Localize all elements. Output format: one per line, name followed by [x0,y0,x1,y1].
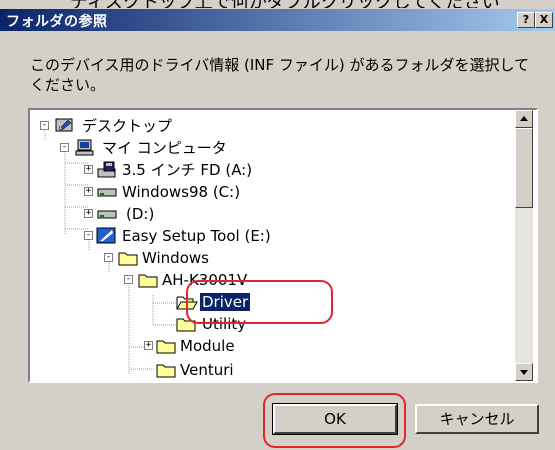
folder-icon [138,274,158,288]
hard-drive-icon [97,210,117,219]
tree-node-label: Easy Setup Tool (E:) [122,227,271,245]
tree-node-label: 3.5 インチ FD (A:) [122,161,253,179]
expand-toggle[interactable]: + [84,209,93,218]
close-button[interactable]: X [535,12,553,28]
tree-node-label: Windows [142,249,209,267]
tree-node-label: (D:) [126,205,155,223]
top-caption-fragment: ディスクトップ上で何かダブルクリックしてください [0,0,555,8]
instruction-text: このデバイス用のドライバ情報 (INF ファイル) があるフォルダを選択してくだ… [30,56,530,94]
collapse-toggle[interactable]: - [60,143,69,152]
tree-node-label: Venturi [180,361,234,379]
collapse-toggle[interactable]: - [40,121,49,130]
expand-toggle[interactable]: + [84,165,93,174]
caption-text: ディスクトップ上で何かダブルクリックしてください [70,0,500,8]
collapse-toggle[interactable]: - [84,231,93,240]
scroll-thumb[interactable] [515,128,533,208]
desktop-icon [55,118,73,132]
tree-node-label: Module [180,337,235,355]
tree-node-label: Windows98 (C:) [122,183,241,201]
help-button[interactable]: ? [517,12,535,28]
collapse-toggle[interactable]: - [124,275,133,284]
vertical-scrollbar[interactable] [515,110,533,381]
folder-tree[interactable]: - デスクトップ - マイ コンピュータ + 3.5 インチ FD (A:) + [28,108,538,383]
folder-icon [118,252,138,266]
window-title: フォルダの参照 [6,14,108,30]
tree-node-label: マイ コンピュータ [102,139,227,157]
arrow-up-icon [520,116,528,121]
tree-node-label: デスクトップ [82,117,173,135]
title-bar[interactable]: フォルダの参照 ? X [0,9,555,31]
driver-highlight-annotation [186,280,333,324]
ok-highlight-annotation [263,393,406,448]
folder-icon [156,364,176,378]
cancel-button[interactable]: キャンセル [415,404,539,434]
scroll-up-button[interactable] [515,110,533,128]
collapse-toggle[interactable]: - [104,253,113,262]
my-computer-icon [75,139,94,156]
expand-toggle[interactable]: + [84,187,93,196]
floppy-drive-icon [97,161,116,178]
arrow-down-icon [520,370,528,375]
cd-drive-icon [96,227,116,244]
hard-drive-icon [97,188,117,197]
expand-toggle[interactable]: + [144,341,153,350]
folder-icon [156,340,176,354]
scroll-down-button[interactable] [515,363,533,381]
